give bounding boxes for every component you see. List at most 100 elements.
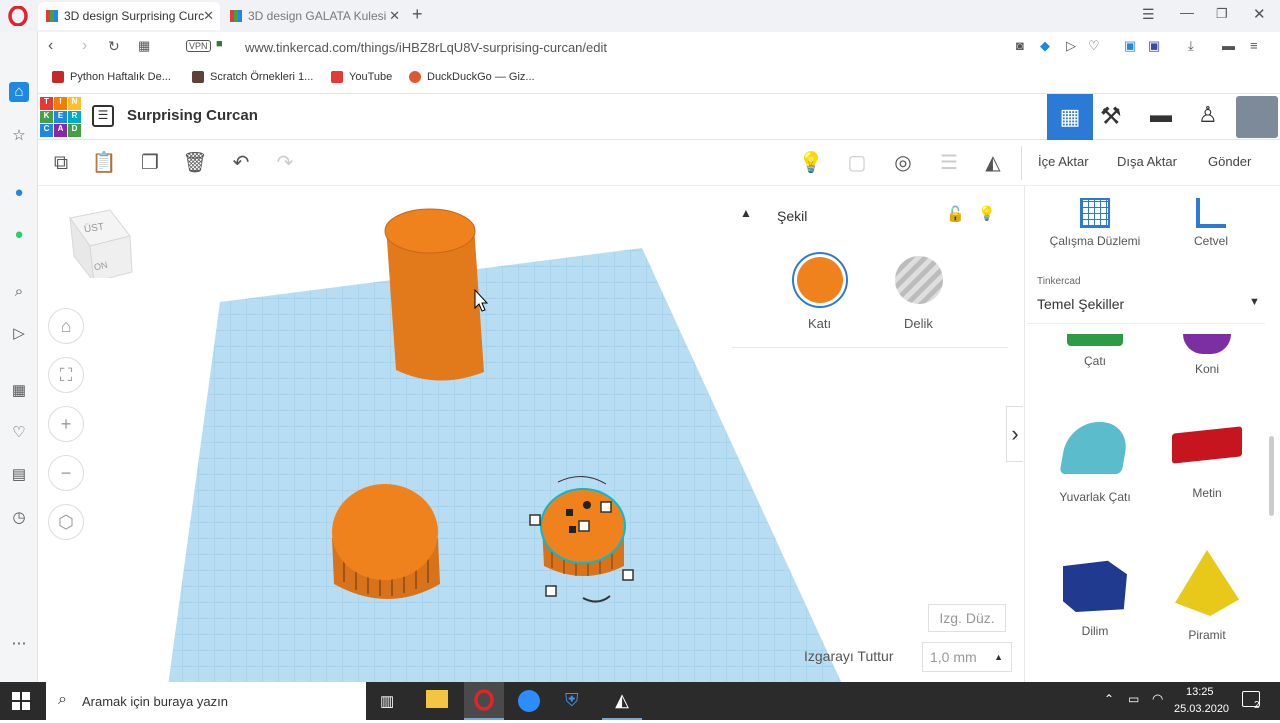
design-title[interactable]: Surprising Curcan <box>127 107 258 124</box>
send-icon[interactable]: ▷ <box>9 324 29 344</box>
cylinder-shape[interactable] <box>384 208 484 381</box>
shield-icon[interactable]: ◆ <box>1040 38 1050 54</box>
tab-inactive[interactable]: 3D design GALATA Kulesi ✕ <box>222 2 406 30</box>
extension-icon[interactable]: ▣ <box>1148 38 1160 54</box>
defender-icon[interactable]: ⛨ <box>565 690 579 711</box>
home-icon[interactable]: ⌂ <box>9 82 29 102</box>
back-icon[interactable]: ‹ <box>48 37 53 55</box>
view-cube[interactable]: ÜST ON <box>66 206 134 284</box>
align-icon[interactable]: ☰ <box>936 150 962 176</box>
shape-pyramid[interactable]: Piramit <box>1157 550 1257 642</box>
corner-handle[interactable] <box>566 509 573 516</box>
mirror-icon[interactable]: ◭ <box>980 150 1006 176</box>
duplicate-icon[interactable]: ❐ <box>137 150 163 176</box>
height-handle[interactable] <box>583 501 591 509</box>
bookmark-item[interactable]: Python Haftalık De... <box>52 71 171 83</box>
library-scrollbar[interactable] <box>1269 436 1274 516</box>
send-page-icon[interactable]: ▷ <box>1066 38 1076 54</box>
close-window-button[interactable]: ✕ <box>1253 5 1266 23</box>
history-icon[interactable]: ◷ <box>9 508 29 528</box>
bookmark-item[interactable]: DuckDuckGo — Giz... <box>409 71 535 83</box>
more-icon[interactable]: ⋯ <box>9 634 29 654</box>
shape-cone[interactable]: Koni <box>1157 334 1257 376</box>
workplane-tool[interactable]: Çalışma Düzlemi <box>1045 198 1145 248</box>
tray-up-chevron-icon[interactable]: ⌃ <box>1104 692 1114 706</box>
collapse-arrow-icon[interactable]: ▲ <box>740 206 752 220</box>
ungroup-icon[interactable]: ◎ <box>890 150 916 176</box>
corner-handle[interactable] <box>569 526 576 533</box>
solid-color-swatch[interactable] <box>792 252 848 308</box>
download-icon[interactable]: ⤓ <box>1188 38 1194 54</box>
shape-roof[interactable]: Çatı <box>1045 334 1145 368</box>
menu-icon[interactable]: ≡ <box>1250 38 1258 53</box>
export-button[interactable]: Dışa Aktar <box>1117 154 1177 169</box>
3d-view-button[interactable]: ▦ <box>1047 94 1093 140</box>
maximize-button[interactable]: ❐ <box>1216 6 1228 22</box>
tab-menu-icon[interactable]: ☰ <box>1142 6 1155 23</box>
library-category-select[interactable]: Tinkercad Temel Şekiller ▼ <box>1027 266 1265 324</box>
file-explorer-icon[interactable] <box>426 690 448 708</box>
taskbar-search-box[interactable]: ⌕ Aramak için buraya yazın <box>46 682 366 720</box>
shape-text[interactable]: Metin <box>1157 422 1257 500</box>
search-icon[interactable]: ⌕ <box>9 282 29 302</box>
send-button[interactable]: Gönder <box>1208 154 1251 169</box>
clock-time[interactable]: 13:25 <box>1186 686 1214 698</box>
zoom-in-button[interactable]: + <box>48 406 84 442</box>
avatar[interactable] <box>1236 96 1278 138</box>
bookmark-item[interactable]: Scratch Örnekleri 1... <box>192 71 313 83</box>
design-list-icon[interactable]: ☰ <box>92 105 114 127</box>
forward-icon[interactable]: › <box>82 37 87 55</box>
camera-icon[interactable]: ◙ <box>1016 38 1024 53</box>
opera-taskbar-icon[interactable] <box>464 682 504 720</box>
panel-toggle-chevron-icon[interactable]: › <box>1006 406 1023 462</box>
tower-shape[interactable] <box>332 484 440 599</box>
close-tab-icon[interactable]: ✕ <box>203 8 214 24</box>
speed-dial-icon[interactable]: ▦ <box>138 38 150 54</box>
photos-icon[interactable]: ◭ <box>602 682 642 720</box>
vpn-badge[interactable]: VPN <box>186 40 211 52</box>
bookmark-item[interactable]: YouTube <box>331 71 392 83</box>
zoom-icon[interactable] <box>518 690 540 712</box>
windows-start-icon[interactable] <box>12 692 30 710</box>
import-button[interactable]: İçe Aktar <box>1038 154 1089 169</box>
messenger-icon[interactable]: ● <box>9 183 29 203</box>
undo-icon[interactable]: ↶ <box>228 150 254 176</box>
zoom-out-button[interactable]: − <box>48 455 84 491</box>
news-icon[interactable]: ▤ <box>9 465 29 485</box>
tab-active[interactable]: 3D design Surprising Curca ✕ <box>38 2 220 30</box>
snap-grid-select[interactable]: 1,0 mm ▲ <box>922 642 1012 672</box>
light-bulb-icon[interactable]: 💡 <box>978 205 995 222</box>
shape-wedge[interactable]: Dilim <box>1045 558 1145 638</box>
light-bulb-icon[interactable]: 💡 <box>798 150 824 176</box>
delete-icon[interactable]: 🗑 <box>182 150 208 176</box>
new-tab-button[interactable]: + <box>412 4 423 25</box>
lock-icon[interactable]: 🔓 <box>946 205 965 223</box>
clock-date[interactable]: 25.03.2020 <box>1174 703 1229 715</box>
url-field[interactable]: www.tinkercad.com/things/iHBZ8rLqU8V-sur… <box>245 40 607 55</box>
redo-icon[interactable]: ↷ <box>272 150 298 176</box>
ruler-tool[interactable]: Cetvel <box>1161 198 1261 248</box>
opera-logo-icon[interactable] <box>8 5 28 27</box>
star-icon[interactable]: ☆ <box>9 126 29 146</box>
edit-grid-button[interactable]: Izg. Düz. <box>928 604 1006 632</box>
shape-round-roof[interactable]: Yuvarlak Çatı <box>1045 422 1145 504</box>
task-view-icon[interactable]: ▥ <box>380 692 394 710</box>
apps-grid-icon[interactable]: ▦ <box>9 381 29 401</box>
pickaxe-icon[interactable]: ⚒ <box>1100 102 1122 131</box>
lego-brick-icon[interactable]: ▬ <box>1150 102 1172 128</box>
reload-icon[interactable]: ↻ <box>108 38 120 55</box>
whatsapp-icon[interactable]: ● <box>9 225 29 245</box>
battery-icon[interactable]: ▬ <box>1222 38 1235 53</box>
home-view-button[interactable]: ⌂ <box>48 308 84 344</box>
extension-icon[interactable]: ▣ <box>1124 38 1136 54</box>
heart-icon[interactable]: ♡ <box>9 423 29 443</box>
minimize-button[interactable]: — <box>1180 4 1194 20</box>
add-user-icon[interactable]: ♙ <box>1198 102 1218 128</box>
group-icon[interactable]: ▢ <box>844 150 870 176</box>
paste-icon[interactable]: 📋 <box>91 150 117 176</box>
copy-icon[interactable]: ⧉ <box>48 150 74 176</box>
wifi-icon[interactable]: ◠ <box>1152 691 1163 707</box>
hole-swatch[interactable] <box>895 256 943 304</box>
bookmark-heart-icon[interactable]: ♡ <box>1088 38 1100 54</box>
fit-view-button[interactable]: ⛶ <box>48 357 84 393</box>
